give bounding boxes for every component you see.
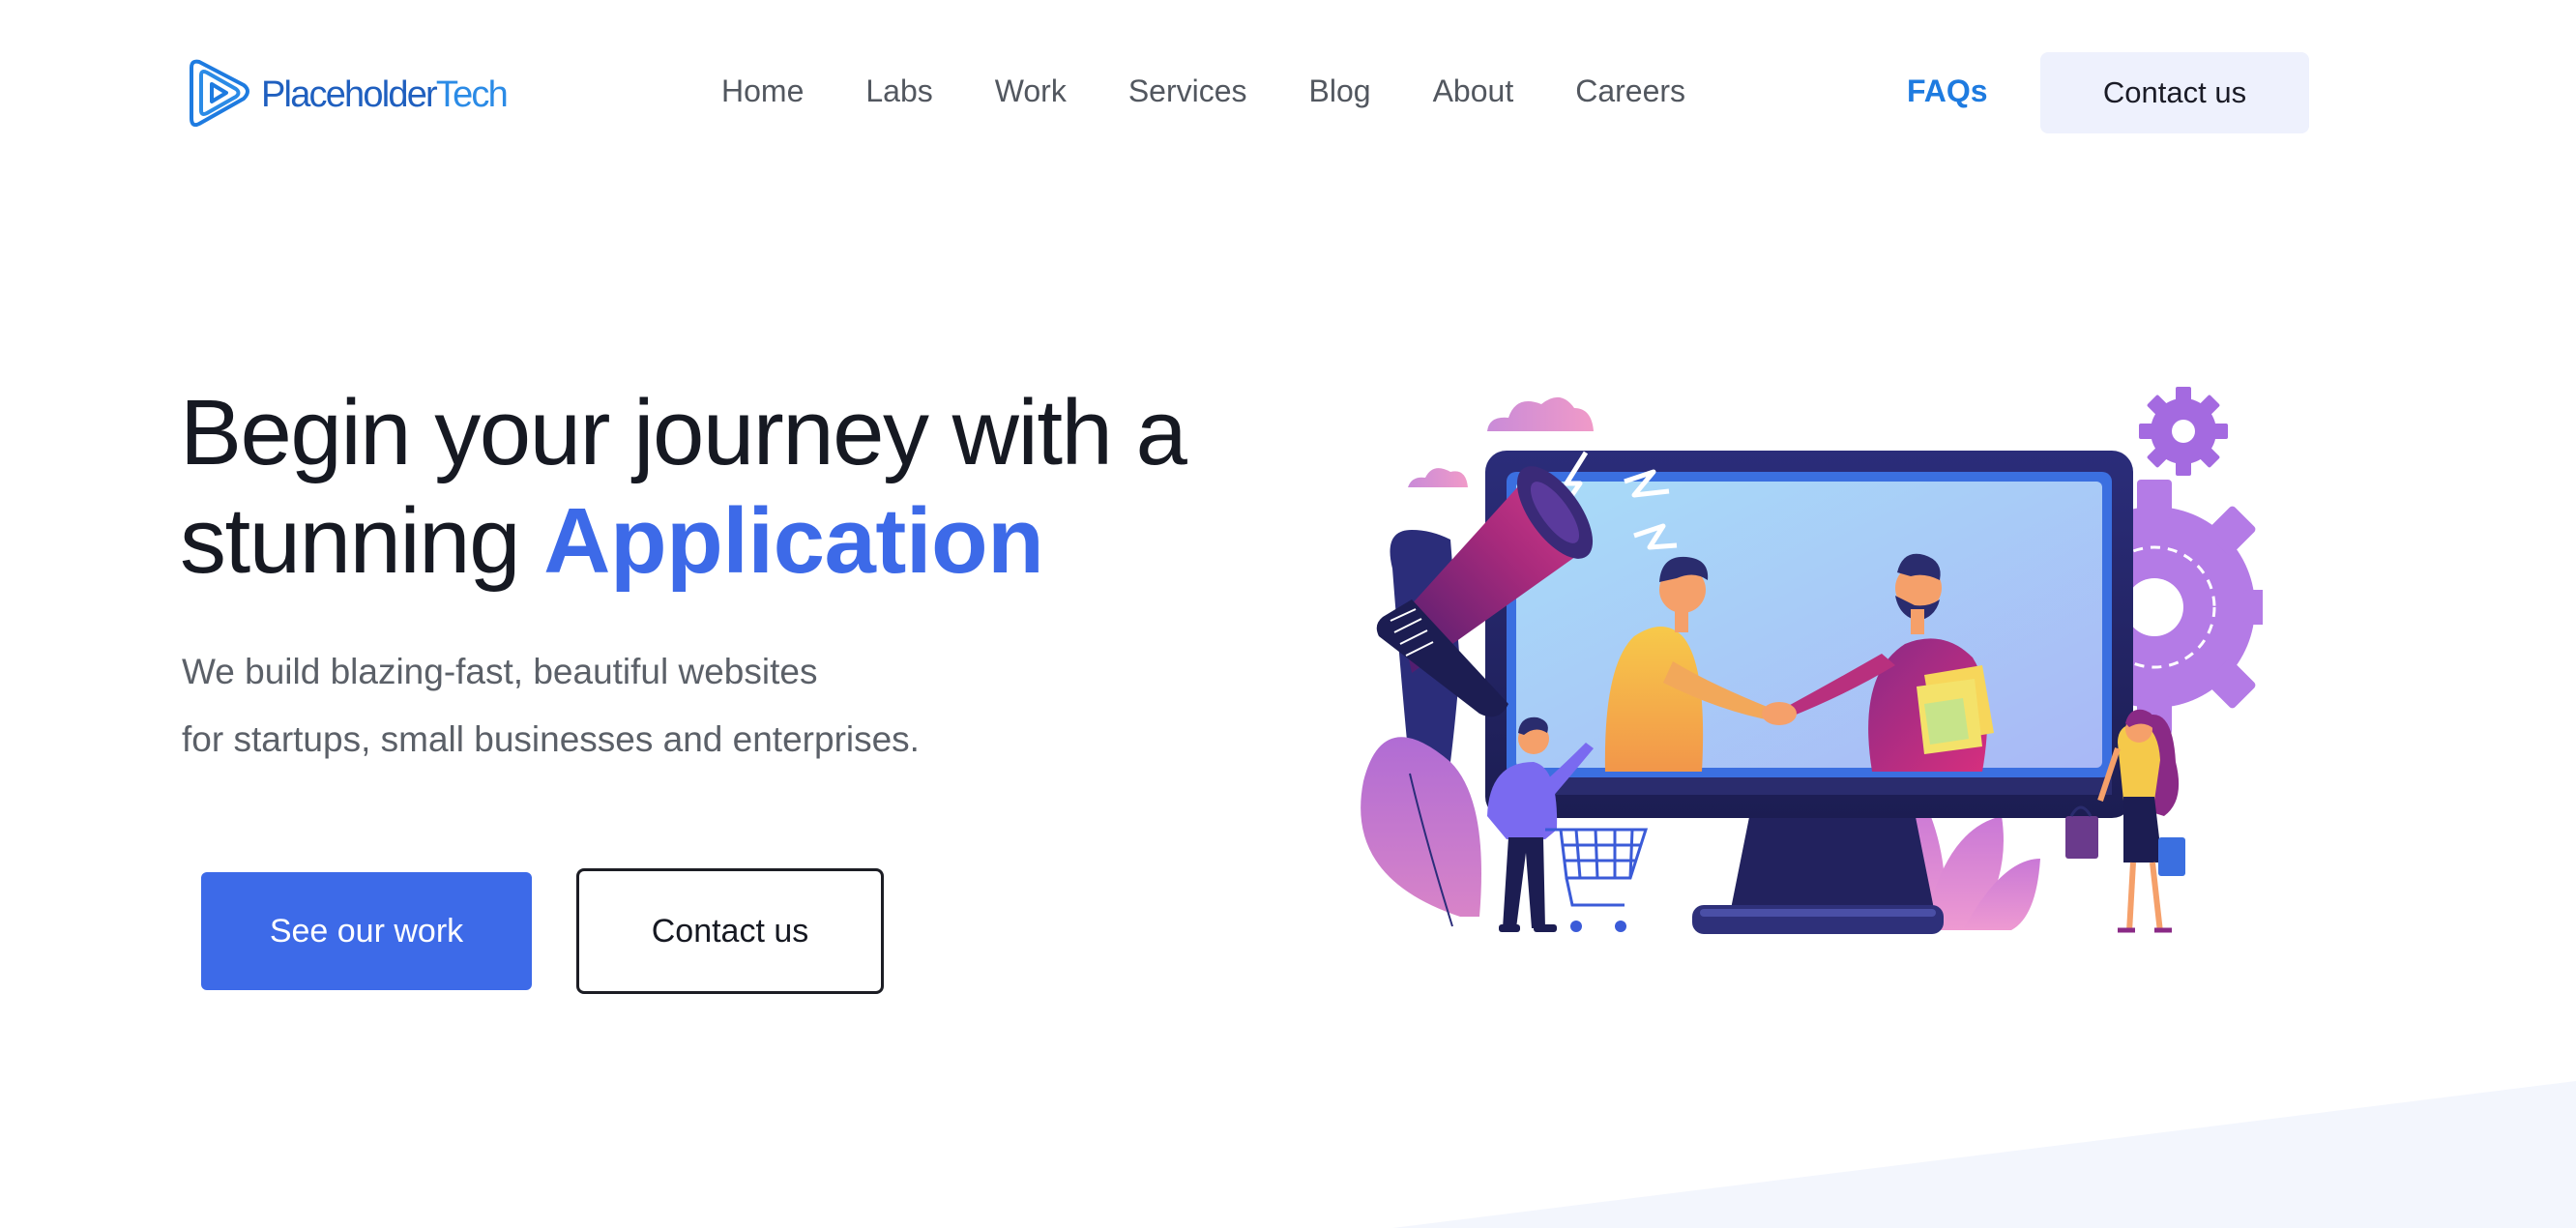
brand-name-part2: Tech: [435, 73, 509, 115]
brand-name-part1: Placeholder: [261, 73, 438, 115]
main-nav: Home Labs Work Services Blog About Caree…: [721, 68, 1685, 114]
header-contact-button[interactable]: Contact us: [2040, 52, 2309, 133]
hero-title-accent: Application: [543, 489, 1044, 593]
hero-title-prefix: stunning: [180, 489, 520, 593]
hero-title-line1: Begin your journey with a: [180, 381, 1187, 484]
nav-item-about[interactable]: About: [1433, 68, 1514, 114]
brand-logo[interactable]: PlaceholderTech: [184, 54, 509, 132]
play-logo-icon: [190, 59, 249, 128]
nav-item-work[interactable]: Work: [995, 68, 1067, 114]
hero-subtitle-line2: for startups, small businesses and enter…: [182, 719, 920, 759]
hero-title: Begin your journey with a stunning Appli…: [180, 379, 1187, 596]
hero-subtitle-line1: We build blazing-fast, beautiful website…: [182, 652, 818, 691]
nav-item-home[interactable]: Home: [721, 68, 804, 114]
site-header: PlaceholderTech Home Labs Work Services …: [0, 0, 2576, 184]
nav-item-services[interactable]: Services: [1128, 68, 1247, 114]
nav-item-blog[interactable]: Blog: [1309, 68, 1371, 114]
hero-subtitle: We build blazing-fast, beautiful website…: [182, 638, 920, 774]
see-our-work-button[interactable]: See our work: [201, 872, 532, 990]
handshake-on-monitor-illustration: [1361, 387, 2263, 934]
nav-item-careers[interactable]: Careers: [1575, 68, 1685, 114]
faqs-link[interactable]: FAQs: [1907, 68, 1988, 114]
nav-item-labs[interactable]: Labs: [865, 68, 932, 114]
contact-us-button[interactable]: Contact us: [576, 868, 884, 994]
brand-name: PlaceholderTech: [261, 73, 509, 116]
